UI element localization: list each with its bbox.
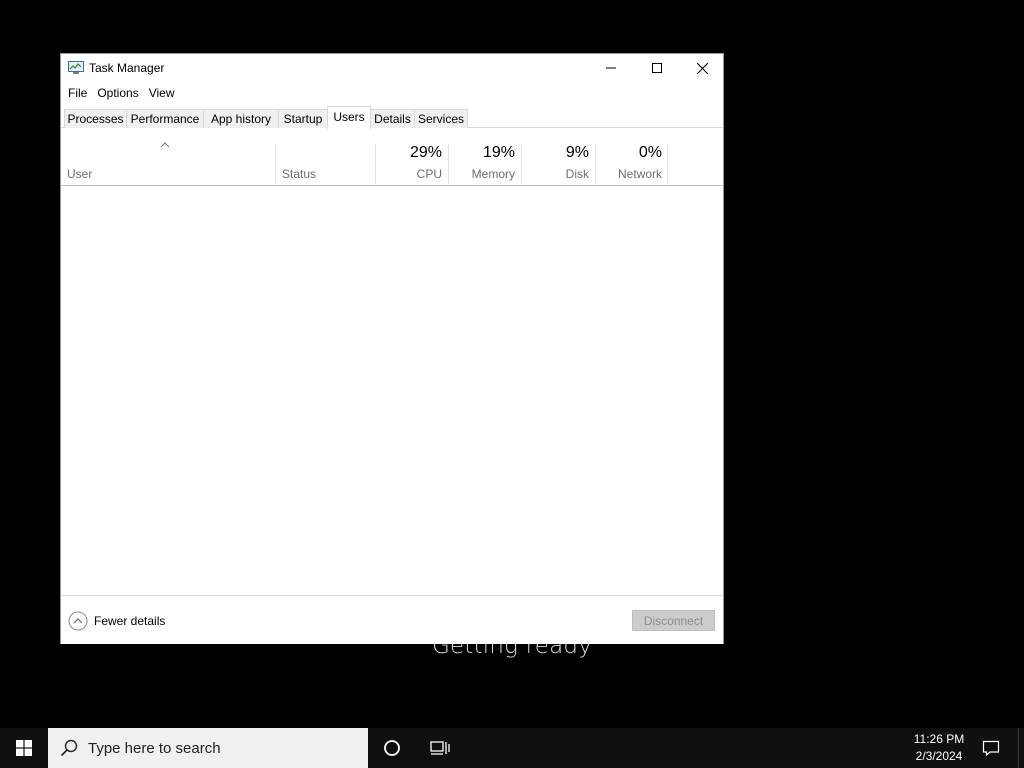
column-separator <box>275 144 276 184</box>
title-bar[interactable]: Task Manager <box>61 54 723 82</box>
maximize-icon <box>652 63 662 73</box>
menu-options[interactable]: Options <box>92 83 143 104</box>
column-separator <box>521 144 522 184</box>
footer: Fewer details Disconnect <box>61 595 723 644</box>
taskbar-search-box[interactable]: Type here to search <box>48 728 368 768</box>
column-separator <box>448 144 449 184</box>
tab-users[interactable]: Users <box>327 106 371 129</box>
cortana-button[interactable] <box>372 728 412 768</box>
column-separator <box>595 144 596 184</box>
tab-processes[interactable]: Processes <box>64 109 127 128</box>
menu-bar: File Options View <box>61 83 180 104</box>
column-user[interactable]: User <box>67 167 92 181</box>
tab-startup[interactable]: Startup <box>278 109 328 128</box>
action-center-button[interactable] <box>978 728 1004 768</box>
menu-file[interactable]: File <box>63 83 92 104</box>
tab-services[interactable]: Services <box>414 109 468 128</box>
menu-view[interactable]: View <box>144 83 180 104</box>
users-list[interactable] <box>61 187 723 595</box>
disk-percent: 9% <box>565 144 589 161</box>
column-headers: User Status 29% CPU 19% Memory 9% Disk 0… <box>61 129 723 186</box>
column-separator <box>375 144 376 184</box>
task-manager-window: Task Manager File Options View Processes… <box>60 53 724 644</box>
clock-time: 11:26 PM <box>913 732 965 746</box>
search-icon <box>60 739 78 757</box>
search-placeholder: Type here to search <box>88 740 221 757</box>
column-memory[interactable]: Memory <box>452 167 515 181</box>
minimize-icon <box>606 67 616 69</box>
task-view-icon <box>430 741 450 755</box>
sort-ascending-icon <box>160 142 170 148</box>
memory-percent: 19% <box>482 144 515 161</box>
column-separator <box>667 144 668 184</box>
clock-date: 2/3/2024 <box>915 749 963 763</box>
disconnect-button[interactable]: Disconnect <box>632 610 715 631</box>
cortana-icon <box>384 740 400 756</box>
tab-details[interactable]: Details <box>370 109 415 128</box>
maximize-button[interactable] <box>634 54 680 82</box>
windows-logo-icon <box>16 740 32 756</box>
notification-icon <box>982 740 1000 757</box>
fewer-details-link[interactable]: Fewer details <box>94 614 165 628</box>
chevron-up-circle-icon[interactable] <box>68 611 88 631</box>
close-icon <box>696 62 708 74</box>
tab-strip: Processes Performance App history Startu… <box>61 104 723 129</box>
column-cpu[interactable]: CPU <box>379 167 442 181</box>
column-status[interactable]: Status <box>282 167 316 181</box>
window-title: Task Manager <box>89 61 165 75</box>
cpu-percent: 29% <box>409 144 442 161</box>
column-network[interactable]: Network <box>599 167 662 181</box>
task-view-button[interactable] <box>420 728 460 768</box>
tab-performance[interactable]: Performance <box>126 109 204 128</box>
show-desktop-button[interactable] <box>1018 728 1024 768</box>
taskbar: Type here to search 11:26 PM 2/3/2024 <box>0 728 1024 768</box>
taskbar-clock[interactable]: 11:26 PM 2/3/2024 <box>900 731 978 765</box>
task-manager-icon <box>68 61 84 74</box>
start-button[interactable] <box>0 728 48 768</box>
minimize-button[interactable] <box>588 54 634 82</box>
tab-app-history[interactable]: App history <box>203 109 279 128</box>
column-disk[interactable]: Disk <box>525 167 589 181</box>
network-percent: 0% <box>638 144 662 161</box>
close-button[interactable] <box>679 54 725 82</box>
